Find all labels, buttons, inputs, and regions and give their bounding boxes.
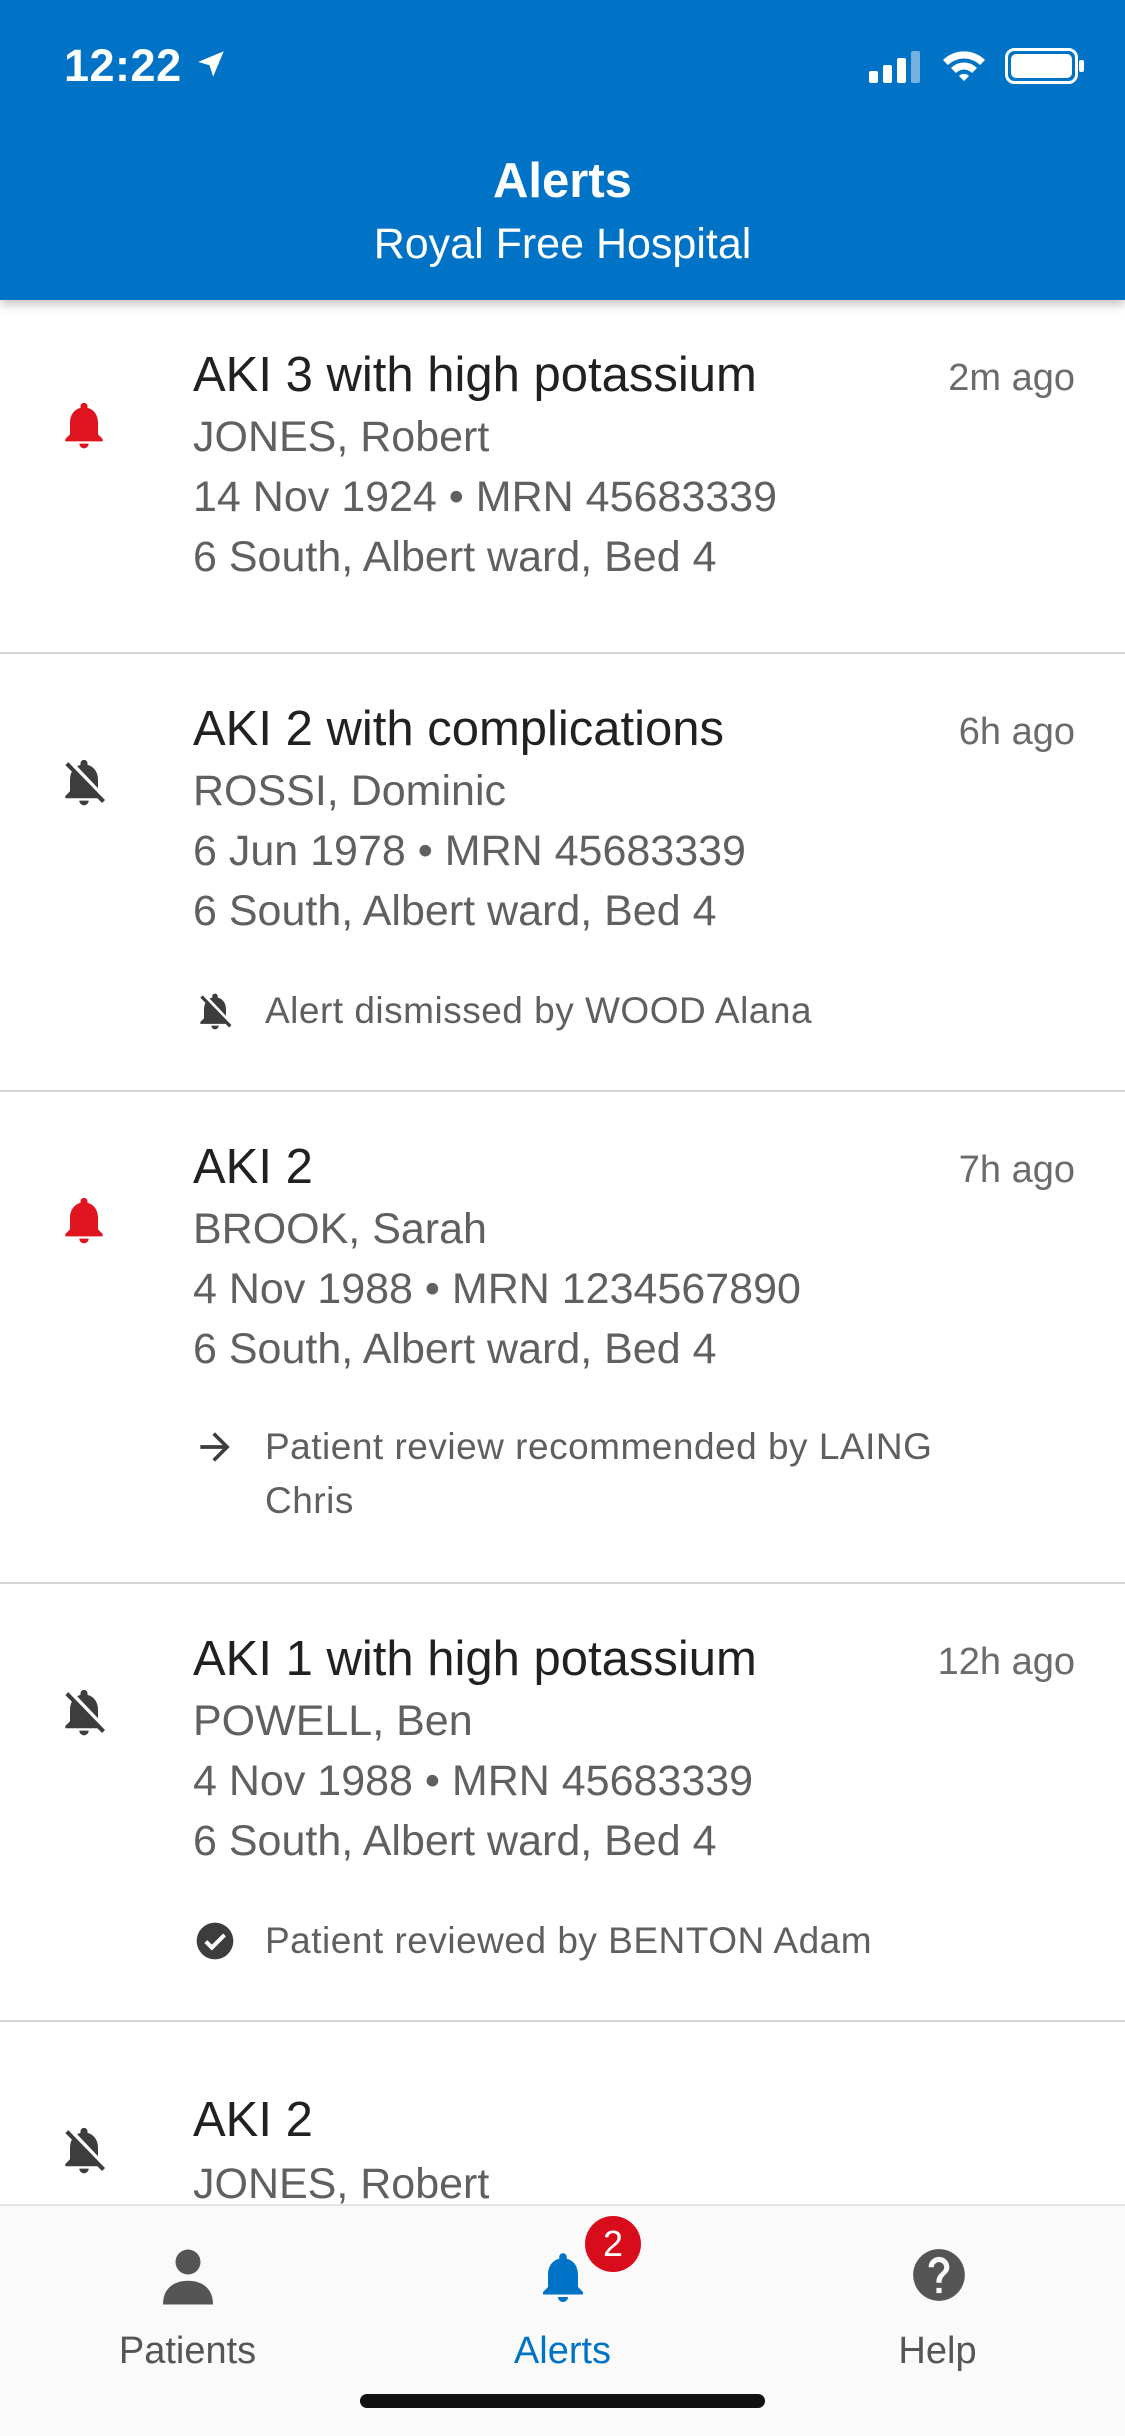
alerts-list[interactable]: AKI 3 with high potassium 2m ago JONES, … [0,300,1125,2204]
patient-location: 6 South, Albert ward, Bed 4 [193,1325,717,1373]
tab-patients-label: Patients [118,2330,257,2372]
patient-name: POWELL, Ben [193,1697,473,1745]
arrow-right-icon [193,1425,237,1469]
patient-location: 6 South, Albert ward, Bed 4 [193,1817,717,1865]
bell-off-icon [56,2120,112,2180]
patient-dob-mrn: 6 Jun 1978 • MRN 45683339 [193,827,746,875]
alert-title: AKI 2 [193,2093,313,2147]
tab-alerts-label: Alerts [513,2330,612,2372]
tab-patients[interactable]: Patients [0,2206,375,2436]
battery-icon [1005,48,1085,89]
app-header: 12:22 Alerts Royal Free Hospital [0,0,1125,300]
alert-list-item[interactable]: AKI 1 with high potassium 12h ago POWELL… [0,1584,1125,2022]
patient-location: 6 South, Albert ward, Bed 4 [193,887,717,935]
patient-name: BROOK, Sarah [193,1205,487,1253]
bell-icon [533,2244,593,2310]
alert-list-item[interactable]: AKI 2 7h ago BROOK, Sarah 4 Nov 1988 • M… [0,1092,1125,1584]
bell-off-icon [56,1682,112,1742]
help-circle-icon [908,2244,968,2310]
page-title: Alerts [493,154,632,208]
alert-time: 7h ago [958,1149,1075,1191]
location-arrow-icon [194,40,228,92]
alert-title: AKI 2 with complications [193,702,725,756]
alert-list-item[interactable]: AKI 2 JONES, Robert [0,2022,1125,2204]
status-icons [869,48,1085,89]
bell-off-icon [193,989,237,1033]
alert-status-note: Patient review recommended by LAING Chri… [265,1426,933,1521]
tab-help-label: Help [898,2330,977,2372]
alert-list-item[interactable]: AKI 2 with complications 6h ago ROSSI, D… [0,654,1125,1092]
status-time-text: 12:22 [64,40,182,91]
patient-name: ROSSI, Dominic [193,767,507,815]
bell-active-icon [56,1190,112,1250]
bell-off-icon [56,752,112,812]
tab-help[interactable]: Help [750,2206,1125,2436]
check-circle-icon [193,1919,237,1963]
person-icon [158,2244,218,2310]
patient-dob-mrn: 4 Nov 1988 • MRN 45683339 [193,1757,754,1805]
alert-list-item[interactable]: AKI 3 with high potassium 2m ago JONES, … [0,300,1125,654]
alerts-count-badge: 2 [585,2216,641,2272]
alert-time: 6h ago [958,711,1075,753]
alert-title: AKI 2 [193,1140,313,1194]
status-bar-time: 12:22 [64,40,228,92]
alert-status-note: Alert dismissed by WOOD Alana [265,990,813,1031]
patient-dob-mrn: 14 Nov 1924 • MRN 45683339 [193,473,777,521]
patient-location: 6 South, Albert ward, Bed 4 [193,533,717,581]
patient-name: JONES, Robert [193,413,490,461]
alert-title: AKI 1 with high potassium [193,1632,757,1686]
alert-time: 2m ago [948,357,1075,399]
wifi-icon [941,49,987,88]
patient-dob-mrn: 4 Nov 1988 • MRN 1234567890 [193,1265,801,1313]
bell-active-icon [56,395,112,455]
home-indicator[interactable] [360,2394,765,2408]
alert-title: AKI 3 with high potassium [193,348,757,402]
hospital-subtitle: Royal Free Hospital [373,220,752,268]
alert-status-note: Patient reviewed by BENTON Adam [265,1920,873,1961]
cellular-signal-icon [869,49,923,88]
alert-time: 12h ago [937,1641,1075,1683]
patient-name: JONES, Robert [193,2160,490,2204]
